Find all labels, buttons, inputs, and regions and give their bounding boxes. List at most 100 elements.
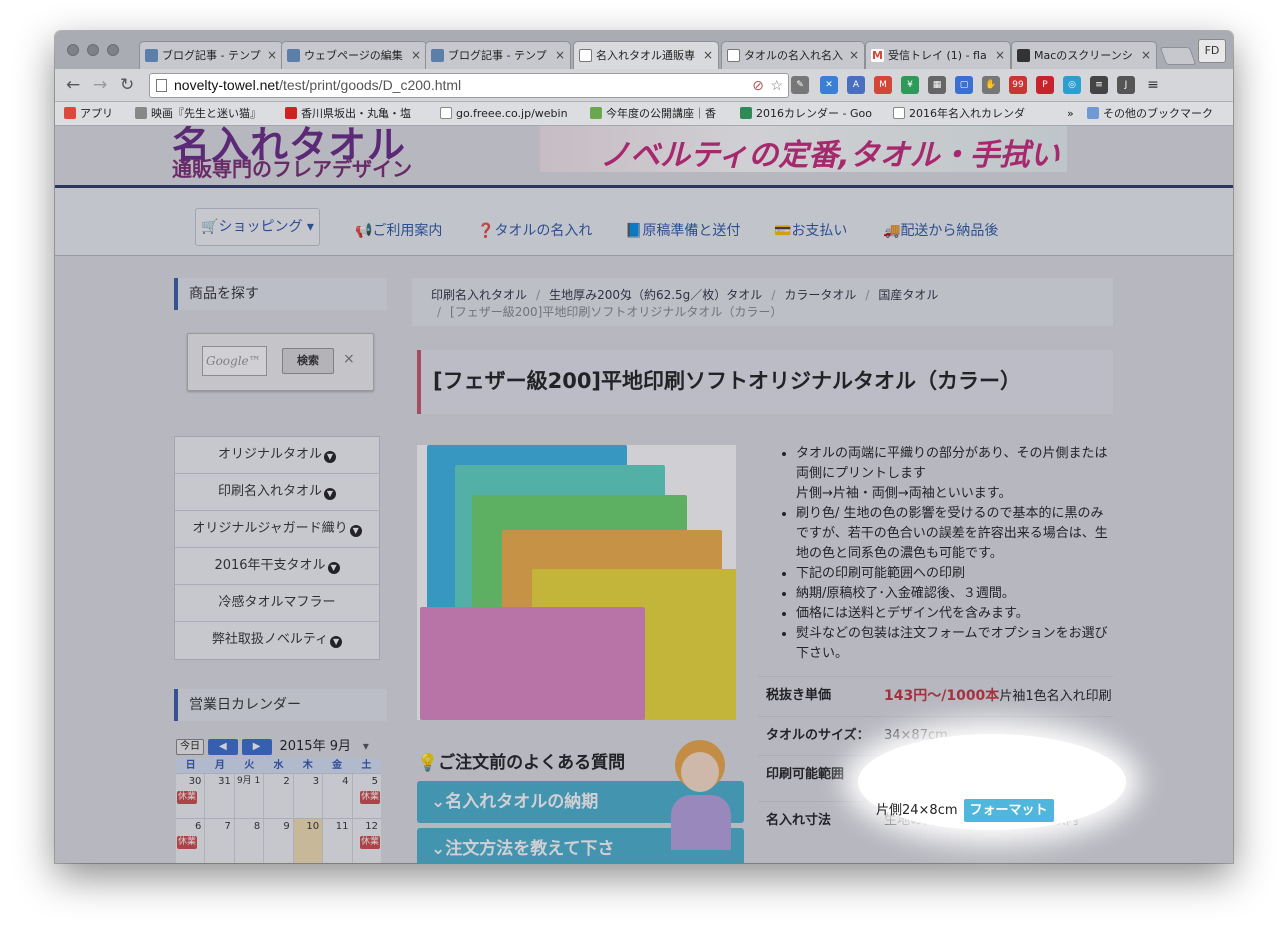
forward-arrow-icon[interactable]: → (93, 75, 107, 95)
nav-manuscript[interactable]: 📘原稿準備と送付 (625, 220, 740, 240)
minimize-window-button[interactable] (87, 44, 99, 56)
tab-close-icon[interactable]: × (411, 42, 421, 69)
calendar-day[interactable]: 12 休業 (352, 819, 381, 863)
breadcrumb-link[interactable]: 印刷名入れタオル (431, 288, 527, 302)
category-zodiac-towel[interactable]: 2016年干支タオル ▼ (175, 548, 379, 585)
zoom-window-button[interactable] (107, 44, 119, 56)
tab-close-icon[interactable]: × (849, 42, 859, 69)
breadcrumb-link[interactable]: 生地厚み200匁（約62.5g／枚）タオル (549, 288, 762, 302)
calendar-day[interactable]: 7 (205, 819, 235, 863)
bookmark-lectures[interactable]: 今年度の公開講座｜香 (590, 106, 716, 122)
screenshot-icon[interactable]: ▢ (955, 76, 973, 94)
bookmarks-overflow[interactable]: » (1067, 106, 1074, 122)
tab-active-towel-shop[interactable]: 名入れタオル通販専 × (573, 41, 719, 69)
tab-blog-1[interactable]: ブログ記事 - テンプ × (139, 41, 283, 69)
calendar-dropdown-icon[interactable]: ▾ (363, 739, 369, 753)
category-printed-towel[interactable]: 印刷名入れタオル ▼ (175, 474, 379, 511)
translate-icon[interactable]: A (847, 76, 865, 94)
gmail-icon: M (871, 49, 884, 62)
shopping-dropdown[interactable]: 🛒ショッピング ▾ (195, 208, 320, 246)
search-input[interactable]: Google™ カスタム検索 (202, 346, 267, 376)
site-search: Google™ カスタム検索 検索 × (187, 333, 374, 391)
bookmark-movie[interactable]: 映画『先生と迷い猫』 (135, 106, 261, 122)
extension-blue-icon[interactable]: ◎ (1063, 76, 1081, 94)
calendar-day[interactable]: 4 (323, 774, 353, 818)
nav-guide[interactable]: 📢ご利用案内 (355, 220, 442, 240)
bookmark-apps[interactable]: アプリ (64, 106, 113, 122)
calendar-day[interactable]: 11 (323, 819, 353, 863)
question-icon: ❓ (477, 223, 495, 239)
banner-text: ノベルティの定番,タオル・手拭い (600, 138, 1060, 172)
tab-inbox[interactable]: M 受信トレイ (1) - fla × (865, 41, 1011, 69)
search-clear-icon[interactable]: × (343, 351, 355, 367)
category-jacquard[interactable]: オリジナルジャガード織り ▼ (175, 511, 379, 548)
calendar-day[interactable]: 30 休業 (176, 774, 206, 818)
calendar-day[interactable]: 3 (293, 774, 324, 818)
tab-close-icon[interactable]: × (267, 42, 277, 69)
calendar-day[interactable]: 8 (234, 819, 265, 863)
back-arrow-icon[interactable]: ← (66, 75, 80, 95)
hand-icon[interactable]: ✋ (982, 76, 1000, 94)
tab-close-icon[interactable]: × (995, 42, 1005, 69)
bookmark-freee[interactable]: go.freee.co.jp/webin (440, 106, 568, 122)
guide-character-illustration (657, 740, 747, 850)
extension-tool-icon[interactable]: ✕ (820, 76, 838, 94)
tab-strip: ブログ記事 - テンプ × ウェブページの編集 × ブログ記事 - テンプ × … (55, 31, 1233, 69)
bookmark-calendar-2016[interactable]: 2016年名入れカレンダ (893, 106, 1025, 122)
notification-icon[interactable]: 99 (1009, 76, 1027, 94)
calendar-day[interactable]: 9 (264, 819, 294, 863)
chevron-down-icon: ▼ (327, 562, 340, 574)
blocked-cookie-icon[interactable]: ⊘ (752, 74, 764, 97)
header-banner[interactable]: ノベルティの定番,タオル・手拭い (540, 126, 1067, 172)
cart-icon: 🛒 (201, 219, 219, 235)
extension-calendar-icon[interactable]: ▦ (928, 76, 946, 94)
calendar-today-button[interactable]: 今日 (176, 738, 204, 755)
reload-icon[interactable]: ↻ (120, 75, 134, 95)
format-button[interactable]: フォーマット (963, 799, 1054, 822)
tab-webpage-edit[interactable]: ウェブページの編集 × (281, 41, 427, 69)
layers-icon[interactable]: ≡ (1090, 76, 1108, 94)
calendar-day[interactable]: 5 休業 (352, 774, 381, 818)
tab-mac-screenshot[interactable]: Macのスクリーンシ × (1011, 41, 1157, 69)
tab-towel-naming[interactable]: タオルの名入れ名入 × (721, 41, 865, 69)
category-original-towel[interactable]: オリジナルタオル ▼ (175, 437, 379, 474)
tab-close-icon[interactable]: × (1141, 42, 1151, 69)
browser-window: ブログ記事 - テンプ × ウェブページの編集 × ブログ記事 - テンプ × … (55, 31, 1233, 863)
calendar-day-today[interactable]: 10 (293, 819, 324, 863)
calendar-next-button[interactable]: ▶ (241, 738, 272, 755)
calendar-day[interactable]: 6 休業 (176, 819, 206, 863)
page-info-icon[interactable] (156, 79, 167, 92)
bookmark-calendar-sheet[interactable]: 2016カレンダー - Goo (740, 106, 872, 122)
closed-badge: 休業 (359, 791, 380, 804)
gmail-checker-icon[interactable]: M (874, 76, 892, 94)
tab-close-icon[interactable]: × (703, 42, 713, 69)
calendar-day[interactable]: 9月 1 (234, 774, 265, 818)
pinterest-icon[interactable]: P (1036, 76, 1054, 94)
calendar-day[interactable]: 31 (205, 774, 235, 818)
nav-naming[interactable]: ❓タオルの名入れ (477, 220, 592, 240)
bookmarks-bar: アプリ 映画『先生と迷い猫』 香川県坂出・丸亀・塩 go.freee.co.jp… (55, 102, 1233, 126)
address-bar[interactable]: novelty-towel.net/test/print/goods/D_c20… (149, 73, 789, 98)
profile-button[interactable]: FD (1198, 39, 1226, 63)
tab-blog-2[interactable]: ブログ記事 - テンプ × (425, 41, 571, 69)
new-tab-button[interactable] (1159, 47, 1197, 65)
close-window-button[interactable] (67, 44, 79, 56)
calendar-day[interactable]: 2 (264, 774, 294, 818)
menu-icon[interactable]: ≡ (1144, 76, 1162, 94)
breadcrumb-link[interactable]: カラータオル (784, 288, 856, 302)
calendar-prev-button[interactable]: ◀ (207, 738, 238, 755)
nav-payment[interactable]: 💳お支払い (774, 220, 847, 240)
bookmark-star-icon[interactable]: ☆ (770, 74, 783, 97)
page-title: [フェザー級200]平地印刷ソフトオリジナルタオル（カラー） (417, 350, 1113, 414)
category-novelty[interactable]: 弊社取扱ノベルティ ▼ (175, 622, 379, 659)
breadcrumb-link[interactable]: 国産タオル (878, 288, 938, 302)
other-bookmarks[interactable]: その他のブックマーク (1087, 106, 1213, 122)
category-cooling-muffler[interactable]: 冷感タオルマフラー (175, 585, 379, 622)
extension-pen-icon[interactable]: ✎ (791, 76, 809, 94)
extension-jt-icon[interactable]: J (1117, 76, 1135, 94)
bookmark-kagawa[interactable]: 香川県坂出・丸亀・塩 (285, 106, 411, 122)
search-button[interactable]: 検索 (282, 348, 334, 374)
nav-delivery[interactable]: 🚚配送から納品後 (883, 220, 998, 240)
tab-close-icon[interactable]: × (555, 42, 565, 69)
extension-money-icon[interactable]: ¥ (901, 76, 919, 94)
